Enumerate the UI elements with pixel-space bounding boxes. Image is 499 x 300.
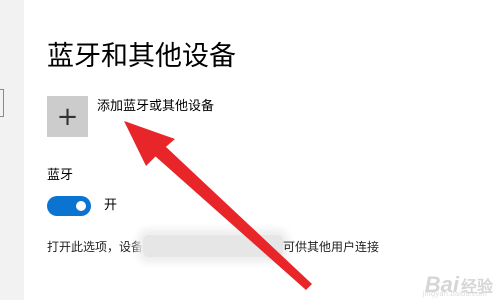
- watermark-url: jingyan.baidu.com: [422, 290, 487, 298]
- description-end: 可供其他用户连接: [283, 240, 380, 254]
- toggle-knob: [76, 201, 86, 211]
- bluetooth-heading: 蓝牙: [47, 168, 74, 183]
- baidu-jingyan-watermark: Bai 经验 jingyan.baidu.com: [422, 274, 493, 299]
- add-device-button[interactable]: + 添加蓝牙或其他设备: [47, 96, 214, 137]
- rail-edge-fragment: [0, 89, 4, 117]
- bluetooth-description: 打开此选项，设备 可供其他用户连接: [47, 235, 379, 257]
- annotation-arrow-shaft: [155, 146, 312, 290]
- redacted-blur: [143, 235, 284, 257]
- plus-icon[interactable]: +: [47, 96, 88, 137]
- add-device-label[interactable]: 添加蓝牙或其他设备: [97, 99, 214, 115]
- page-title: 蓝牙和其他设备: [47, 41, 236, 72]
- bluetooth-toggle[interactable]: [47, 196, 91, 216]
- description-start: 打开此选项，设备: [47, 240, 144, 254]
- toggle-state-label: 开: [104, 198, 118, 213]
- left-navigation-rail: [0, 0, 24, 300]
- bluetooth-toggle-row: 开: [47, 196, 117, 216]
